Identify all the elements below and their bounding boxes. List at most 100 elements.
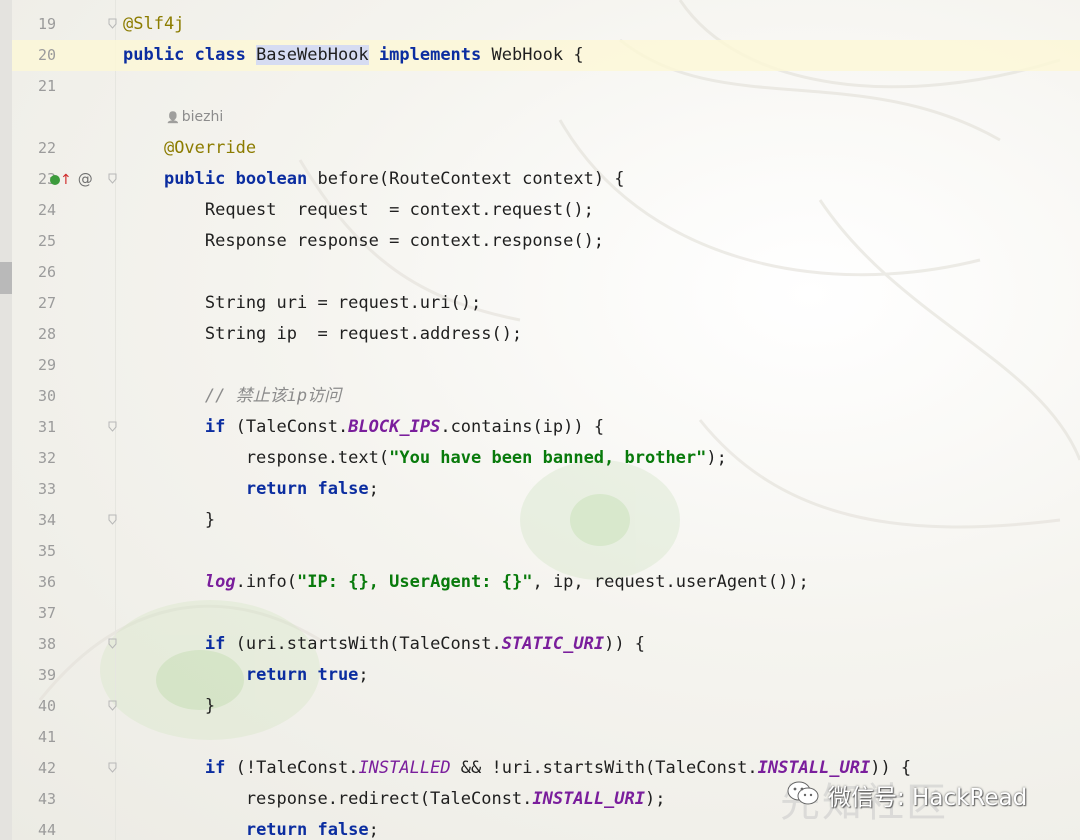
gutter-icons[interactable]: ↑ @ <box>50 164 93 196</box>
code-line[interactable]: 24 Request request = context.request(); <box>12 195 1080 226</box>
author-hint-line[interactable]: 👤 biezhi <box>12 102 1080 133</box>
code-author-hint[interactable]: 👤 biezhi <box>166 102 223 133</box>
line-number[interactable]: 41 <box>12 722 56 753</box>
code-line[interactable]: 22 @Override <box>12 133 1080 164</box>
code-text[interactable]: public boolean before(RouteContext conte… <box>123 164 625 195</box>
code-line[interactable]: 28 String ip = request.address(); <box>12 319 1080 350</box>
code-line[interactable]: 35 <box>12 536 1080 567</box>
code-line[interactable]: 31 if (TaleConst.BLOCK_IPS.contains(ip))… <box>12 412 1080 443</box>
code-text[interactable]: // 禁止该ip访问 <box>123 381 341 412</box>
code-text[interactable]: return true; <box>123 660 369 691</box>
code-text[interactable]: response.redirect(TaleConst.INSTALL_URI)… <box>123 784 666 815</box>
code-text[interactable]: public class BaseWebHook implements WebH… <box>123 40 584 71</box>
code-line[interactable]: 32 response.text("You have been banned, … <box>12 443 1080 474</box>
code-line[interactable]: 34 } <box>12 505 1080 536</box>
code-token: ); <box>645 789 666 809</box>
code-line[interactable]: 33 return false; <box>12 474 1080 505</box>
code-line[interactable]: 39 return true; <box>12 660 1080 691</box>
code-text[interactable]: response.text("You have been banned, bro… <box>123 443 727 474</box>
line-number[interactable]: 35 <box>12 536 56 567</box>
code-text[interactable]: Request request = context.request(); <box>123 195 594 226</box>
override-up-arrow-icon[interactable]: ↑ <box>60 172 72 188</box>
line-number[interactable]: 30 <box>12 381 56 412</box>
code-token: Response response = context.response(); <box>123 231 605 251</box>
line-number[interactable]: 40 <box>12 691 56 722</box>
line-number[interactable]: 34 <box>12 505 56 536</box>
code-line[interactable]: 20 public class BaseWebHook implements We… <box>12 40 1080 71</box>
annotation-at-icon[interactable]: @ <box>78 170 93 188</box>
line-number[interactable]: 39 <box>12 660 56 691</box>
line-number[interactable]: 25 <box>12 226 56 257</box>
line-number[interactable]: 29 <box>12 350 56 381</box>
code-line[interactable]: 25 Response response = context.response(… <box>12 226 1080 257</box>
line-number[interactable]: 19 <box>12 9 56 40</box>
fold-marker-icon[interactable] <box>108 514 117 525</box>
line-number[interactable]: 24 <box>12 195 56 226</box>
code-text[interactable]: @Override <box>123 133 256 164</box>
line-number[interactable]: 27 <box>12 288 56 319</box>
code-token: return false <box>245 479 369 499</box>
fold-marker-icon[interactable] <box>108 173 117 184</box>
code-token: ; <box>368 820 379 840</box>
code-line[interactable]: 30 // 禁止该ip访问 <box>12 381 1080 412</box>
code-line[interactable]: 38 if (uri.startsWith(TaleConst.STATIC_U… <box>12 629 1080 660</box>
line-number[interactable]: 36 <box>12 567 56 598</box>
line-number[interactable]: 31 <box>12 412 56 443</box>
wechat-watermark: 先知社区 微信号: HackRead <box>780 770 1070 826</box>
code-text[interactable]: log.info("IP: {}, UserAgent: {}", ip, re… <box>123 567 809 598</box>
code-text[interactable]: return false; <box>123 474 379 505</box>
code-token: } <box>123 696 216 716</box>
code-line[interactable]: 23 public boolean before(RouteContext co… <box>12 164 1080 195</box>
implementing-method-icon[interactable] <box>50 175 60 185</box>
line-number[interactable]: 44 <box>12 815 56 840</box>
code-text[interactable]: if (TaleConst.BLOCK_IPS.contains(ip)) { <box>123 412 604 443</box>
code-line[interactable]: 40 } <box>12 691 1080 722</box>
code-token: Request request = context.request(); <box>123 200 594 220</box>
code-text[interactable]: @Slf4j <box>123 9 184 40</box>
line-number[interactable]: 43 <box>12 784 56 815</box>
line-number[interactable]: 26 <box>12 257 56 288</box>
code-token: log <box>204 572 236 592</box>
fold-marker-icon[interactable] <box>108 700 117 711</box>
code-line[interactable]: 26 <box>12 257 1080 288</box>
code-token: INSTALLED <box>358 758 451 778</box>
line-number[interactable]: 22 <box>12 133 56 164</box>
code-text[interactable]: } <box>123 505 215 536</box>
code-token: .info( <box>235 572 298 592</box>
line-number[interactable]: 37 <box>12 598 56 629</box>
fold-marker-icon[interactable] <box>108 421 117 432</box>
code-line[interactable]: 37 <box>12 598 1080 629</box>
code-line[interactable]: 29 <box>12 350 1080 381</box>
code-text[interactable]: if (uri.startsWith(TaleConst.STATIC_URI)… <box>123 629 645 660</box>
code-text[interactable]: return false; <box>123 815 379 840</box>
code-token: INSTALL_URI <box>532 789 645 809</box>
fold-marker-icon[interactable] <box>108 762 117 773</box>
code-line[interactable]: 36 log.info("IP: {}, UserAgent: {}", ip,… <box>12 567 1080 598</box>
code-line[interactable]: 27 String uri = request.uri(); <box>12 288 1080 319</box>
code-token: @Override <box>163 138 257 158</box>
scroll-marker[interactable] <box>0 262 12 294</box>
code-token: } <box>123 510 216 530</box>
fold-marker-icon[interactable] <box>108 18 117 29</box>
line-number[interactable]: 28 <box>12 319 56 350</box>
code-text[interactable]: String ip = request.address(); <box>123 319 522 350</box>
code-text[interactable]: } <box>123 691 215 722</box>
line-number[interactable]: 33 <box>12 474 56 505</box>
code-text[interactable]: Response response = context.response(); <box>123 226 604 257</box>
line-number[interactable]: 21 <box>12 71 56 102</box>
line-number[interactable]: 42 <box>12 753 56 784</box>
line-number[interactable]: 32 <box>12 443 56 474</box>
code-line[interactable]: 19 @Slf4j <box>12 9 1080 40</box>
fold-marker-icon[interactable] <box>108 638 117 649</box>
code-line[interactable]: 41 <box>12 722 1080 753</box>
code-editor[interactable]: 19 @Slf4j 20 public class BaseWebHook imple… <box>0 0 1080 840</box>
line-number[interactable]: 20 <box>12 40 56 71</box>
code-token: (uri.startsWith(TaleConst. <box>225 634 502 654</box>
code-token: before(RouteContext context) { <box>307 169 625 189</box>
line-number[interactable]: 38 <box>12 629 56 660</box>
code-text[interactable]: String uri = request.uri(); <box>123 288 481 319</box>
code-line[interactable]: 21 <box>12 71 1080 102</box>
